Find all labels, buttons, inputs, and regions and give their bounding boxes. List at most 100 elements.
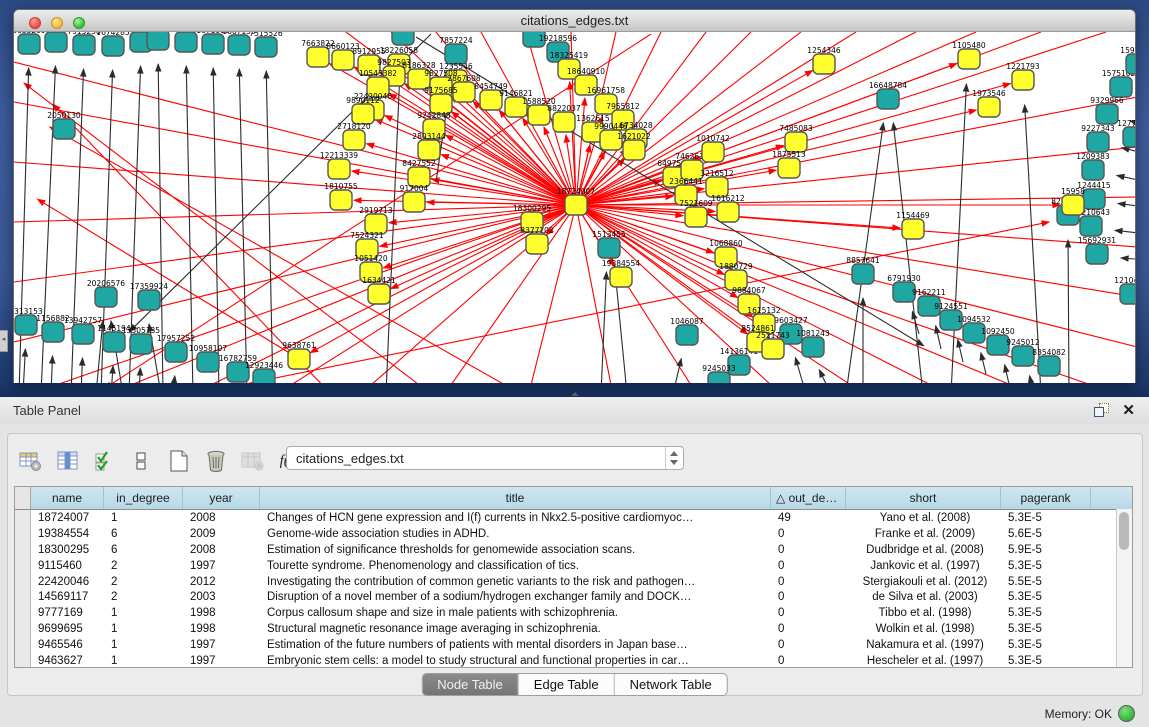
graph-node[interactable] [202, 34, 224, 54]
graph-node[interactable] [42, 322, 64, 342]
graph-node[interactable] [1087, 132, 1109, 152]
graph-node[interactable] [598, 238, 620, 258]
graph-node[interactable] [778, 158, 800, 178]
graph-node[interactable] [165, 342, 187, 362]
table-row[interactable]: 1938455462009Genome-wide association stu… [15, 526, 1132, 542]
graph-node[interactable] [418, 140, 440, 160]
graph-node[interactable] [352, 104, 374, 124]
graph-node[interactable] [343, 130, 365, 150]
graph-node[interactable] [403, 192, 425, 212]
graph-node[interactable] [1083, 189, 1105, 209]
graph-node[interactable] [565, 195, 587, 215]
graph-node[interactable] [717, 202, 739, 222]
graph-node[interactable] [130, 334, 152, 354]
graph-node[interactable] [138, 290, 160, 310]
graph-node[interactable] [103, 332, 125, 352]
tab-network-table[interactable]: Network Table [615, 674, 727, 695]
table-row[interactable]: 946362711997Embryonic stem cells: a mode… [15, 653, 1132, 667]
graph-node[interactable] [623, 140, 645, 160]
tab-edge-table[interactable]: Edge Table [519, 674, 615, 695]
new-column-icon[interactable] [166, 448, 192, 474]
table-row[interactable]: 946554611997Estimation of the future num… [15, 637, 1132, 653]
graph-node[interactable] [553, 112, 575, 132]
graph-node[interactable] [1123, 127, 1135, 147]
clear-selection-icon[interactable] [129, 448, 155, 474]
graph-node[interactable] [1120, 284, 1135, 304]
graph-node[interactable] [1096, 104, 1118, 124]
memory-ok-indicator[interactable] [1118, 705, 1135, 722]
graph-node[interactable] [685, 207, 707, 227]
graph-node[interactable] [147, 32, 169, 50]
graph-node[interactable] [708, 372, 730, 383]
graph-node[interactable] [102, 36, 124, 56]
network-window-titlebar[interactable]: citations_edges.txt [14, 10, 1135, 32]
graph-node[interactable] [392, 32, 414, 45]
table-row[interactable]: 1830029562008Estimation of significance … [15, 542, 1132, 558]
table-row[interactable]: 1872400712008Changes of HCN gene express… [15, 510, 1132, 526]
graph-node[interactable] [1062, 195, 1084, 215]
graph-node[interactable] [1012, 70, 1034, 90]
graph-node[interactable] [45, 32, 67, 52]
table-row[interactable]: 977716911998Corpus callosum shape and si… [15, 605, 1132, 621]
graph-node[interactable] [1038, 356, 1060, 376]
graph-node[interactable] [702, 142, 724, 162]
close-panel-icon[interactable]: ✕ [1122, 401, 1135, 419]
graph-node[interactable] [802, 337, 824, 357]
column-header-year[interactable]: year [183, 487, 260, 509]
graph-node[interactable] [197, 352, 219, 372]
scrollbar-thumb[interactable] [1119, 512, 1129, 550]
delete-column-icon[interactable] [203, 448, 229, 474]
table-row[interactable]: 1456911722003Disruption of a novel membe… [15, 589, 1132, 605]
graph-node[interactable] [72, 324, 94, 344]
graph-node[interactable] [255, 37, 277, 57]
column-header-in_degree[interactable]: in_degree [104, 487, 183, 509]
graph-node[interactable] [73, 35, 95, 55]
network-window[interactable]: citations_edges.txt 80332091289357791523… [13, 9, 1136, 383]
table-row[interactable]: 2242004622012Investigating the contribut… [15, 574, 1132, 590]
graph-node[interactable] [332, 50, 354, 70]
column-header-out_degree[interactable]: △ out_de… [771, 487, 846, 509]
graph-node[interactable] [902, 219, 924, 239]
graph-node[interactable] [785, 132, 807, 152]
table-settings-icon[interactable] [18, 448, 44, 474]
graph-node[interactable] [877, 89, 899, 109]
collapse-left-panel-handle[interactable]: ◂ [0, 330, 8, 352]
graph-node[interactable] [328, 159, 350, 179]
graph-node[interactable] [330, 190, 352, 210]
graph-node[interactable] [175, 32, 197, 52]
graph-node[interactable] [1082, 160, 1104, 180]
table-vertical-scrollbar[interactable] [1116, 509, 1132, 667]
graph-node[interactable] [1126, 54, 1135, 74]
column-header-pagerank[interactable]: pagerank [1001, 487, 1091, 509]
graph-node[interactable] [1110, 77, 1132, 97]
select-all-icon[interactable] [92, 448, 118, 474]
table-select-dropdown[interactable]: citations_edges.txt [286, 446, 684, 470]
graph-node[interactable] [445, 44, 467, 64]
network-canvas[interactable]: 8033209128935779152361674285165328715276… [14, 32, 1135, 383]
graph-node[interactable] [368, 284, 390, 304]
graph-node[interactable] [15, 315, 37, 335]
graph-node[interactable] [228, 35, 250, 55]
graph-node[interactable] [813, 54, 835, 74]
graph-node[interactable] [18, 34, 40, 54]
graph-node[interactable] [253, 369, 275, 383]
column-visibility-icon[interactable] [55, 448, 81, 474]
graph-node[interactable] [958, 49, 980, 69]
float-panel-icon[interactable] [1094, 403, 1109, 417]
graph-node[interactable] [95, 287, 117, 307]
column-header-short[interactable]: short [846, 487, 1001, 509]
graph-node[interactable] [676, 325, 698, 345]
column-header-title[interactable]: title [260, 487, 771, 509]
graph-node[interactable] [288, 349, 310, 369]
graph-node[interactable] [1086, 244, 1108, 264]
table-row[interactable]: 911546021997Tourette syndrome. Phenomeno… [15, 558, 1132, 574]
graph-node[interactable] [978, 97, 1000, 117]
graph-node[interactable] [1012, 346, 1034, 366]
graph-node[interactable] [610, 267, 632, 287]
graph-node[interactable] [852, 264, 874, 284]
table-row[interactable]: 969969511998Structural magnetic resonanc… [15, 621, 1132, 637]
column-header-name[interactable]: name [31, 487, 104, 509]
graph-node[interactable] [762, 339, 784, 359]
graph-node[interactable] [526, 234, 548, 254]
tab-node-table[interactable]: Node Table [422, 674, 519, 695]
